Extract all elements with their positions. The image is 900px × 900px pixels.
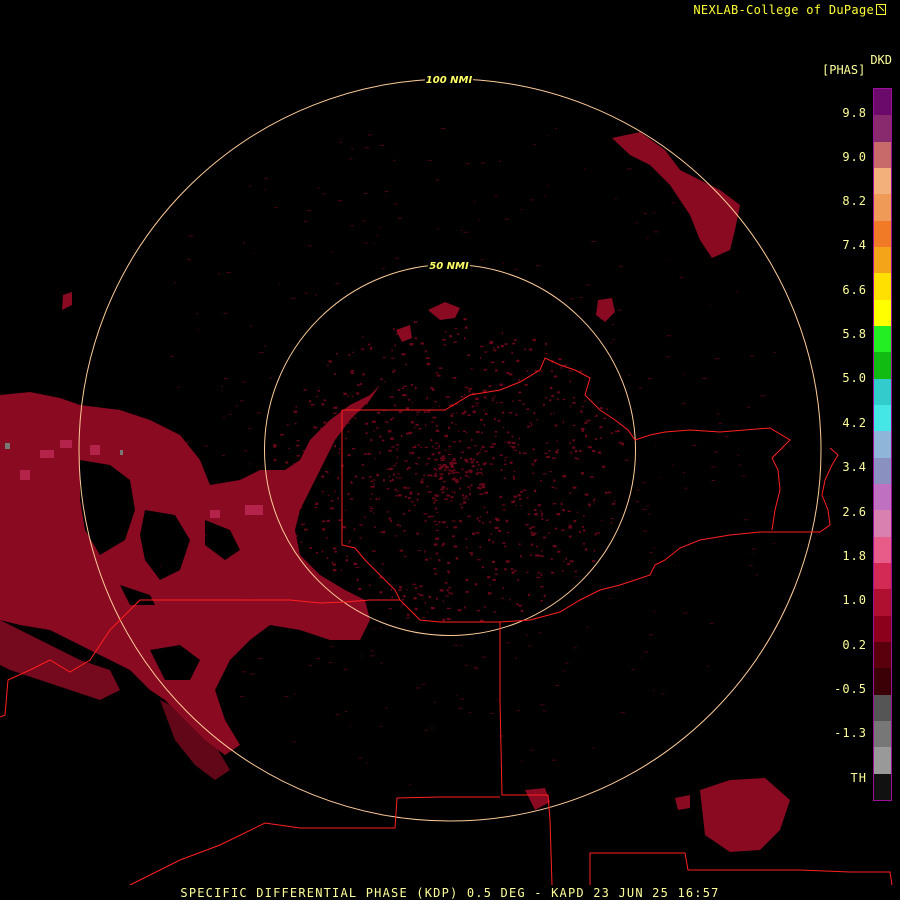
legend-tick-label: 4.2 [842, 416, 867, 430]
boundary-southwest-diagonal [129, 796, 500, 886]
legend-color-segment [874, 431, 891, 459]
legend-color-segment [874, 141, 891, 169]
radar-display: 100 NMI 50 NMI [0, 73, 900, 900]
legend-color-segment [874, 615, 891, 643]
range-ring-label-100: 100 NMI [426, 75, 473, 86]
legend-color-segment [874, 247, 891, 275]
legend-color-segment [874, 405, 891, 433]
legend-color-segment [874, 484, 891, 512]
legend-color-segment [874, 773, 891, 800]
legend-color-segment [874, 536, 891, 564]
legend-color-segment [874, 668, 891, 696]
legend-tick-label: 1.0 [842, 593, 867, 607]
legend-tick-label: 6.6 [842, 283, 867, 297]
legend-color-segment [874, 589, 891, 617]
unit-label: [PHAS] [822, 63, 866, 77]
boundary-southeast-segment [589, 852, 893, 886]
legend-color-segment [874, 273, 891, 301]
boundary-south-segment [499, 622, 553, 886]
legend-tick-label: 9.8 [842, 106, 867, 120]
legend-tick-label: 2.6 [842, 505, 867, 519]
boundary-north-segment [342, 357, 791, 531]
legend-color-segment [874, 747, 891, 775]
legend-tick-label: 0.2 [842, 638, 867, 652]
echo-western-band [0, 385, 380, 780]
legend-tick-label: 8.2 [842, 194, 867, 208]
legend-tick-label: -1.3 [834, 726, 867, 740]
legend-tick-label: 7.4 [842, 238, 867, 252]
credit-text: NEXLAB-College of DuPage [693, 3, 886, 17]
legend-tick-label: 1.8 [842, 549, 867, 563]
legend-color-segment [874, 378, 891, 406]
legend-color-segment [874, 563, 891, 591]
legend-tick-label: 3.4 [842, 460, 867, 474]
legend-color-segment [874, 299, 891, 327]
legend-tick-label: 5.0 [842, 371, 867, 385]
legend-color-segment [874, 642, 891, 670]
echo-clutter [128, 128, 785, 785]
legend-color-segment [874, 326, 891, 354]
legend-color-segment [874, 510, 891, 538]
boundary-west-segment [341, 410, 839, 623]
legend-tick-label: -0.5 [834, 682, 867, 696]
legend-color-segment [874, 352, 891, 380]
legend-tick-label: 5.8 [842, 327, 867, 341]
legend-color-segment [874, 89, 891, 117]
legend-color-segment [874, 694, 891, 722]
color-legend-bar [873, 88, 892, 801]
legend-color-segment [874, 168, 891, 196]
legend-tick-label: 9.0 [842, 150, 867, 164]
external-link-icon[interactable] [876, 4, 886, 15]
legend-color-segment [874, 115, 891, 143]
range-ring-label-50: 50 NMI [429, 261, 469, 272]
credit-label: NEXLAB-College of DuPage [693, 3, 874, 17]
product-code: DKD [870, 53, 892, 67]
legend-tick-label: TH [850, 771, 867, 785]
legend-color-segment [874, 721, 891, 749]
range-ring-labels: 100 NMI 50 NMI [425, 73, 473, 272]
legend-color-segment [874, 220, 891, 248]
product-footer: SPECIFIC DIFFERENTIAL PHASE (KDP) 0.5 DE… [180, 886, 720, 900]
legend-color-segment [874, 194, 891, 222]
legend-color-segment [874, 457, 891, 485]
